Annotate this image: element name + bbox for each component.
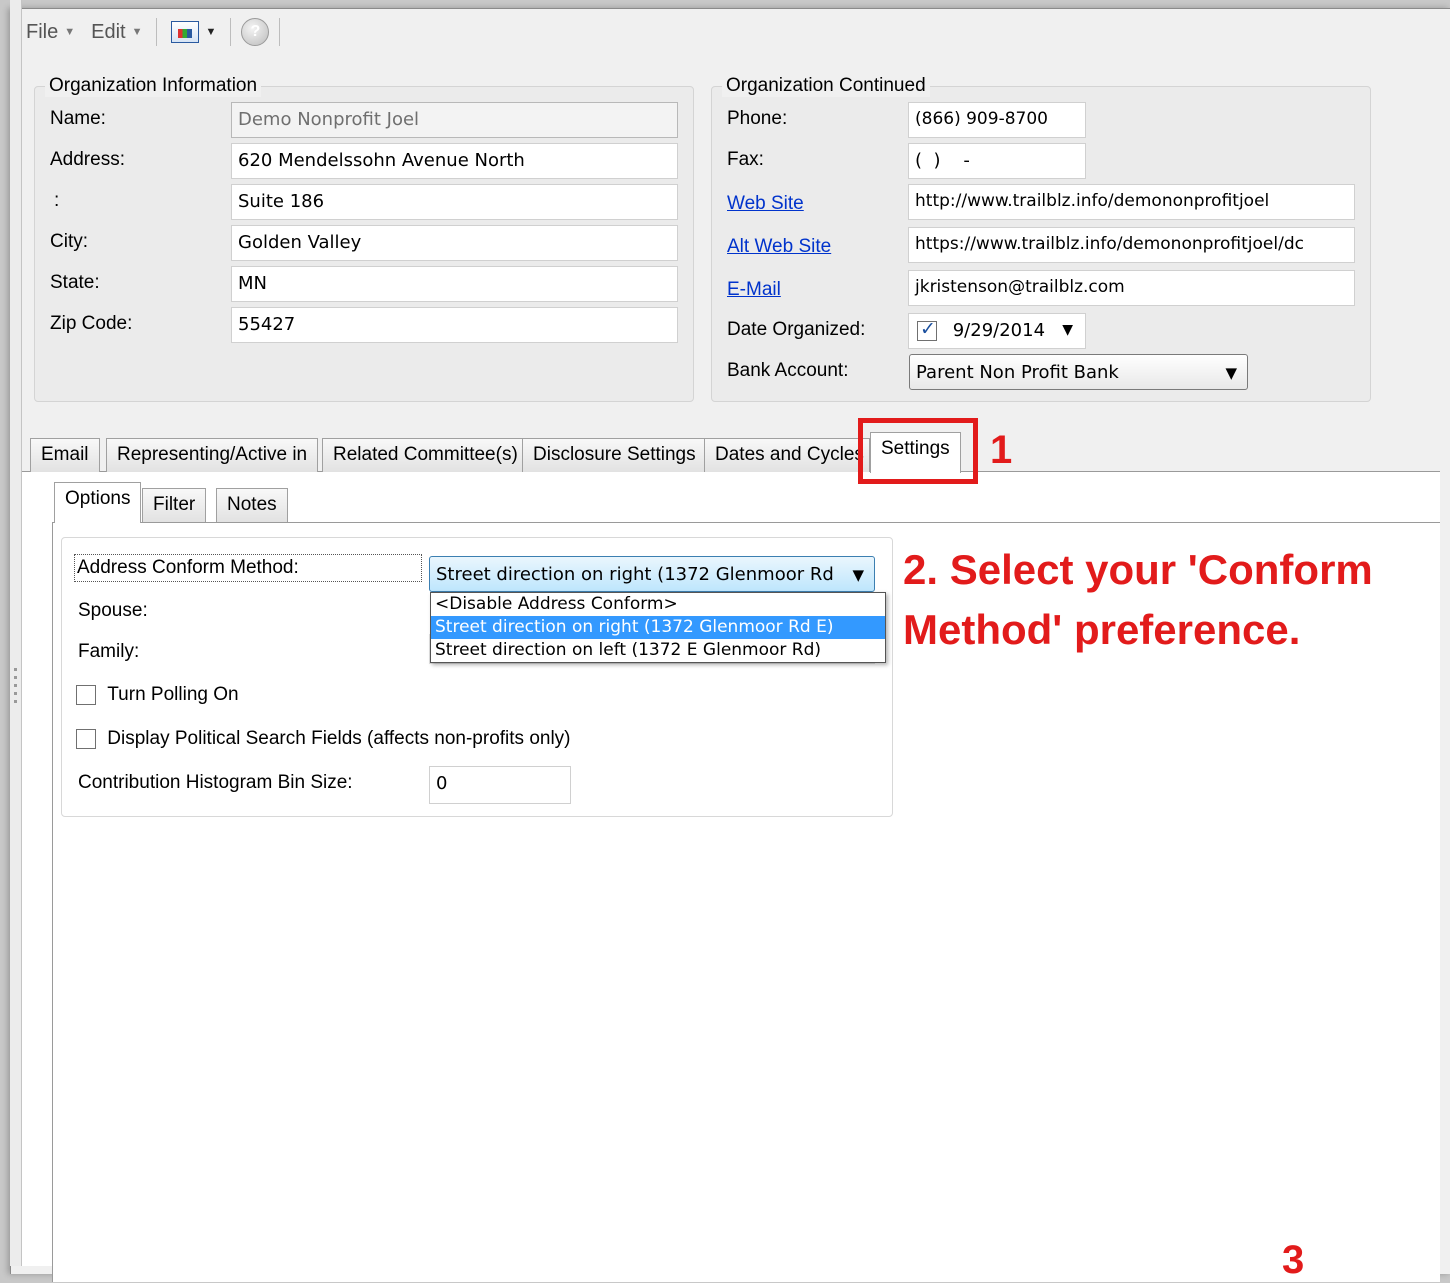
alt-website-link[interactable]: Alt Web Site [727, 236, 831, 258]
tab-email[interactable]: Email [30, 438, 100, 472]
state-field[interactable]: MN [231, 266, 678, 302]
edit-menu[interactable]: Edit ▼ [87, 21, 146, 44]
address-label: Address: [50, 149, 125, 170]
phone-field[interactable]: (866) 909-8700 [908, 102, 1086, 138]
splitter-grip[interactable] [14, 700, 17, 703]
tab-dates-and-cycles[interactable]: Dates and Cycles [704, 438, 870, 472]
histogram-bin-size-label: Contribution Histogram Bin Size: [78, 772, 353, 793]
date-enabled-checkbox[interactable] [917, 318, 937, 341]
address-conform-method-select[interactable]: Street direction on right (1372 Glenmoor… [429, 556, 875, 592]
address-line2-label: : [54, 190, 60, 211]
histogram-bin-size-field[interactable]: 0 [429, 766, 571, 804]
step3-annotation: 3 [1282, 1238, 1305, 1282]
date-organized-value: 9/29/2014 [952, 320, 1046, 341]
political-search-option[interactable]: Display Political Search Fields (affects… [76, 728, 571, 750]
zip-code-label: Zip Code: [50, 313, 133, 334]
website-field[interactable]: http://www.trailblz.info/demononprofitjo… [908, 184, 1355, 220]
file-menu[interactable]: File ▼ [22, 21, 79, 44]
report-chart-icon [171, 21, 200, 43]
website-link[interactable]: Web Site [727, 193, 804, 215]
subtab-filter[interactable]: Filter [142, 488, 207, 522]
file-menu-label: File [26, 20, 59, 43]
polling-checkbox[interactable] [76, 684, 96, 705]
name-label: Name: [50, 108, 106, 129]
name-field[interactable]: Demo Nonprofit Joel [231, 102, 678, 138]
conform-option-disable[interactable]: <Disable Address Conform> [431, 593, 885, 616]
city-label: City: [50, 231, 88, 252]
window-left-frame [10, 0, 22, 1266]
political-search-checkbox[interactable] [76, 728, 96, 749]
tab-related-committees[interactable]: Related Committee(s) [322, 438, 529, 472]
chevron-down-icon: ▼ [64, 26, 76, 38]
edit-menu-label: Edit [91, 20, 126, 43]
phone-label: Phone: [727, 108, 788, 129]
address-conform-method-label: Address Conform Method: [74, 554, 422, 582]
group-title: Organization Information [45, 75, 262, 97]
city-field[interactable]: Golden Valley [231, 225, 678, 261]
toolbar-separator [279, 18, 281, 46]
address-conform-method-value: Street direction on right (1372 Glenmoor… [436, 564, 834, 585]
toolbar-separator [156, 18, 158, 46]
conform-option-right[interactable]: Street direction on right (1372 Glenmoor… [431, 616, 885, 639]
address-line2-field[interactable]: Suite 186 [231, 184, 678, 220]
email-link[interactable]: E-Mail [727, 279, 781, 301]
splitter-grip[interactable] [14, 684, 17, 687]
spouse-label: Spouse: [78, 600, 148, 621]
alt-website-field[interactable]: https://www.trailblz.info/demononprofitj… [908, 227, 1355, 263]
bank-account-label: Bank Account: [727, 360, 849, 381]
chevron-down-icon: ▼ [205, 26, 217, 38]
conform-option-left[interactable]: Street direction on left (1372 E Glenmoo… [431, 639, 885, 662]
chevron-down-icon[interactable]: ▼ [1062, 322, 1073, 338]
toolbar: File ▼ Edit ▼ ▼ ? [22, 12, 1440, 52]
state-label: State: [50, 272, 100, 293]
date-organized-label: Date Organized: [727, 319, 866, 340]
bank-account-select[interactable]: Parent Non Profit Bank ▼ [909, 354, 1248, 390]
tab-representing-active-in[interactable]: Representing/Active in [106, 438, 319, 472]
subtab-notes[interactable]: Notes [216, 488, 288, 522]
political-search-label: Display Political Search Fields (affects… [107, 728, 571, 749]
conform-method-dropdown-list: <Disable Address Conform> Street directi… [430, 592, 886, 663]
chevron-down-icon: ▼ [852, 566, 864, 584]
help-icon[interactable]: ? [241, 18, 270, 46]
polling-option[interactable]: Turn Polling On [76, 684, 239, 706]
group-title: Organization Continued [722, 75, 930, 97]
chevron-down-icon: ▼ [1225, 364, 1237, 382]
options-group: Address Conform Method: Street direction… [61, 537, 893, 817]
splitter-grip[interactable] [14, 676, 17, 679]
email-field[interactable]: jkristenson@trailblz.com [908, 270, 1355, 306]
date-organized-picker[interactable]: 9/29/2014 ▼ [908, 313, 1086, 349]
main-tabstrip: Email Representing/Active in Related Com… [22, 430, 1440, 473]
splitter-grip[interactable] [14, 692, 17, 695]
fax-label: Fax: [727, 149, 764, 170]
tab-disclosure-settings[interactable]: Disclosure Settings [522, 438, 707, 472]
polling-label: Turn Polling On [107, 684, 239, 705]
toolbar-separator [230, 18, 232, 46]
family-label: Family: [78, 641, 140, 662]
splitter-grip[interactable] [14, 668, 17, 671]
report-dropdown-button[interactable]: ▼ [167, 21, 220, 43]
step1-annotation: 1 [990, 428, 1013, 472]
step2-annotation: 2. Select your 'Conform Method' preferen… [903, 546, 1373, 653]
address-line1-field[interactable]: 620 Mendelssohn Avenue North [231, 143, 678, 179]
subtab-options[interactable]: Options [54, 482, 142, 523]
zip-code-field[interactable]: 55427 [231, 307, 678, 343]
chevron-down-icon: ▼ [131, 26, 143, 38]
bank-account-value: Parent Non Profit Bank [916, 362, 1119, 383]
fax-field[interactable]: ( ) - [908, 143, 1086, 179]
settings-tab-highlight [858, 418, 978, 484]
